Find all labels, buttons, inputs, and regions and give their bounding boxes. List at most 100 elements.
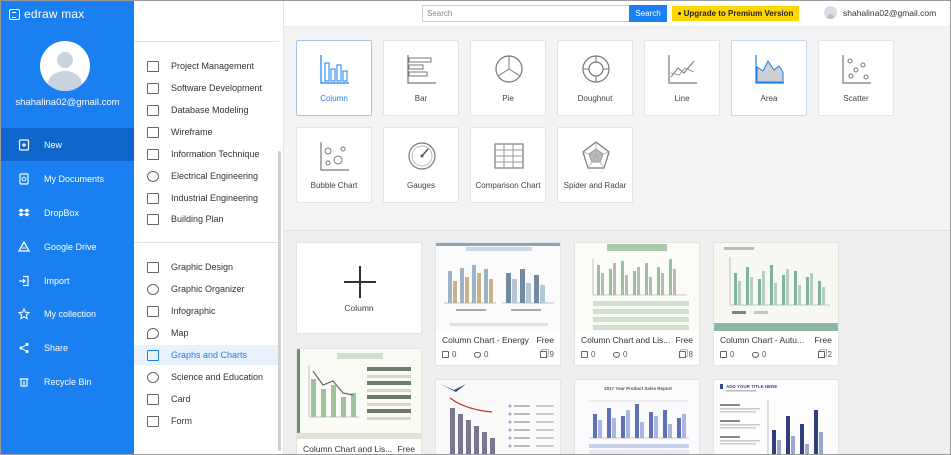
chart-type-column[interactable]: Column (296, 40, 372, 116)
category-graphic-design[interactable]: Graphic Design (134, 257, 280, 277)
category-map[interactable]: Map (134, 323, 280, 343)
category-label: Industrial Engineering (171, 193, 259, 203)
category-panel: Project Management Software Development … (134, 1, 284, 454)
top-bar: Search Upgrade to Premium Version shahal… (284, 1, 950, 27)
category-project-management[interactable]: Project Management (134, 56, 280, 76)
chart-type-label: Column (320, 94, 348, 103)
chart-type-area[interactable]: Area (731, 40, 807, 116)
category-form[interactable]: Form (134, 411, 280, 431)
chart-type-comparison[interactable]: Comparison Chart (470, 127, 546, 203)
category-label: Science and Education (171, 372, 264, 382)
new-file-icon (18, 138, 30, 151)
information-technique-icon (147, 148, 159, 160)
category-label: Project Management (171, 61, 255, 71)
chart-type-gauges[interactable]: Gauges (383, 127, 459, 203)
template-thumbnail: 2017 Year Product Sales Report (575, 380, 699, 454)
search-button[interactable]: Search (629, 5, 667, 22)
template-card[interactable] (435, 379, 561, 454)
category-building-plan[interactable]: Building Plan (134, 209, 280, 229)
free-badge: Free (397, 444, 415, 454)
like-count[interactable]: 0 (581, 350, 595, 359)
category-science-and-education[interactable]: Science and Education (134, 367, 280, 387)
sidebar-item-my-documents[interactable]: My Documents (1, 162, 134, 195)
category-graphic-organizer[interactable]: Graphic Organizer (134, 279, 280, 299)
chart-type-label: Bubble Chart (310, 181, 358, 190)
category-label: Database Modeling (171, 105, 249, 115)
copy-count[interactable]: 8 (678, 350, 693, 359)
category-label: Wireframe (171, 127, 213, 137)
category-infographic[interactable]: Infographic (134, 301, 280, 321)
chart-type-label: Scatter (843, 94, 869, 103)
new-blank-label: Column (344, 303, 374, 313)
copy-count[interactable]: 9 (539, 350, 554, 359)
chart-type-label: Comparison Chart (475, 181, 541, 190)
map-icon (147, 327, 159, 339)
chart-type-bar[interactable]: Bar (383, 40, 459, 116)
copy-count[interactable]: 2 (817, 350, 832, 359)
category-database-modeling[interactable]: Database Modeling (134, 100, 280, 120)
upgrade-button[interactable]: Upgrade to Premium Version (672, 6, 799, 21)
sidebar-item-label: Google Drive (44, 241, 97, 252)
pie-chart-icon (495, 55, 523, 83)
sidebar-item-my-collection[interactable]: My collection (1, 297, 134, 330)
template-card[interactable]: Column Chart and Lis... Free (296, 348, 422, 454)
category-information-technique[interactable]: Information Technique (134, 144, 280, 164)
sidebar-item-label: Share (44, 342, 69, 353)
dropbox-icon (18, 207, 30, 219)
form-icon (147, 415, 159, 427)
sidebar-item-new[interactable]: New (1, 128, 134, 161)
plus-icon-vertical (359, 266, 361, 298)
category-electrical-engineering[interactable]: Electrical Engineering (134, 166, 280, 186)
like-count[interactable]: 0 (720, 350, 734, 359)
template-card[interactable]: Column Chart and Lis... Free 0 0 8 (574, 242, 700, 366)
electrical-icon (147, 170, 159, 182)
category-graphs-and-charts[interactable]: Graphs and Charts (134, 345, 280, 365)
scatter-chart-icon (842, 55, 871, 84)
favorite-count[interactable]: 0 (613, 350, 627, 359)
template-card[interactable]: 2017 Year Product Sales Report (574, 379, 700, 454)
free-badge: Free (675, 335, 693, 345)
sidebar-item-label: My collection (44, 308, 97, 319)
atom-icon (147, 371, 159, 383)
favorite-count[interactable]: 0 (474, 350, 488, 359)
category-scrollbar[interactable] (278, 151, 281, 451)
thumb-caption: 2017 Year Product Sales Report (604, 386, 672, 391)
app-brand[interactable]: edraw max (9, 6, 85, 22)
free-badge: Free (814, 335, 832, 345)
chart-type-spider-radar[interactable]: Spider and Radar (557, 127, 633, 203)
template-card[interactable]: Column Chart - Energy Free 0 0 9 (435, 242, 561, 366)
search-input[interactable] (422, 5, 630, 22)
sidebar-item-label: Import (44, 275, 70, 286)
category-label: Map (171, 328, 189, 338)
template-card[interactable]: Column Chart - Autu... Free 0 0 2 (713, 242, 839, 366)
sidebar-item-dropbox[interactable]: DropBox (1, 196, 134, 229)
project-management-icon (147, 60, 159, 72)
app-name: edraw max (24, 7, 85, 21)
category-industrial-engineering[interactable]: Industrial Engineering (134, 188, 280, 208)
template-thumbnail: ADD YOUR TITLE HERE (714, 380, 838, 454)
heart-icon (474, 351, 481, 358)
chart-type-label: Gauges (406, 181, 436, 190)
chart-type-label: Doughnut (577, 94, 613, 103)
chart-type-doughnut[interactable]: Doughnut (557, 40, 633, 116)
chart-type-pie[interactable]: Pie (470, 40, 546, 116)
chart-type-line[interactable]: Line (644, 40, 720, 116)
template-card[interactable]: ADD YOUR TITLE HERE (713, 379, 839, 454)
sidebar-item-share[interactable]: Share (1, 331, 134, 364)
category-wireframe[interactable]: Wireframe (134, 122, 280, 142)
chart-type-bubble[interactable]: Bubble Chart (296, 127, 372, 203)
line-chart-icon (668, 55, 697, 84)
divider (134, 41, 279, 42)
like-count[interactable]: 0 (442, 350, 456, 359)
sidebar-item-import[interactable]: Import (1, 264, 134, 297)
category-label: Software Development (171, 83, 263, 93)
sidebar-item-google-drive[interactable]: Google Drive (1, 230, 134, 263)
favorite-count[interactable]: 0 (752, 350, 766, 359)
chart-type-scatter[interactable]: Scatter (818, 40, 894, 116)
user-menu[interactable]: shahalina02@gmail.com (824, 6, 936, 19)
category-card[interactable]: Card (134, 389, 280, 409)
new-blank-column-card[interactable]: Column (296, 242, 422, 334)
sidebar-item-recycle-bin[interactable]: Recycle Bin (1, 365, 134, 398)
avatar[interactable] (40, 41, 90, 91)
category-software-development[interactable]: Software Development (134, 78, 280, 98)
